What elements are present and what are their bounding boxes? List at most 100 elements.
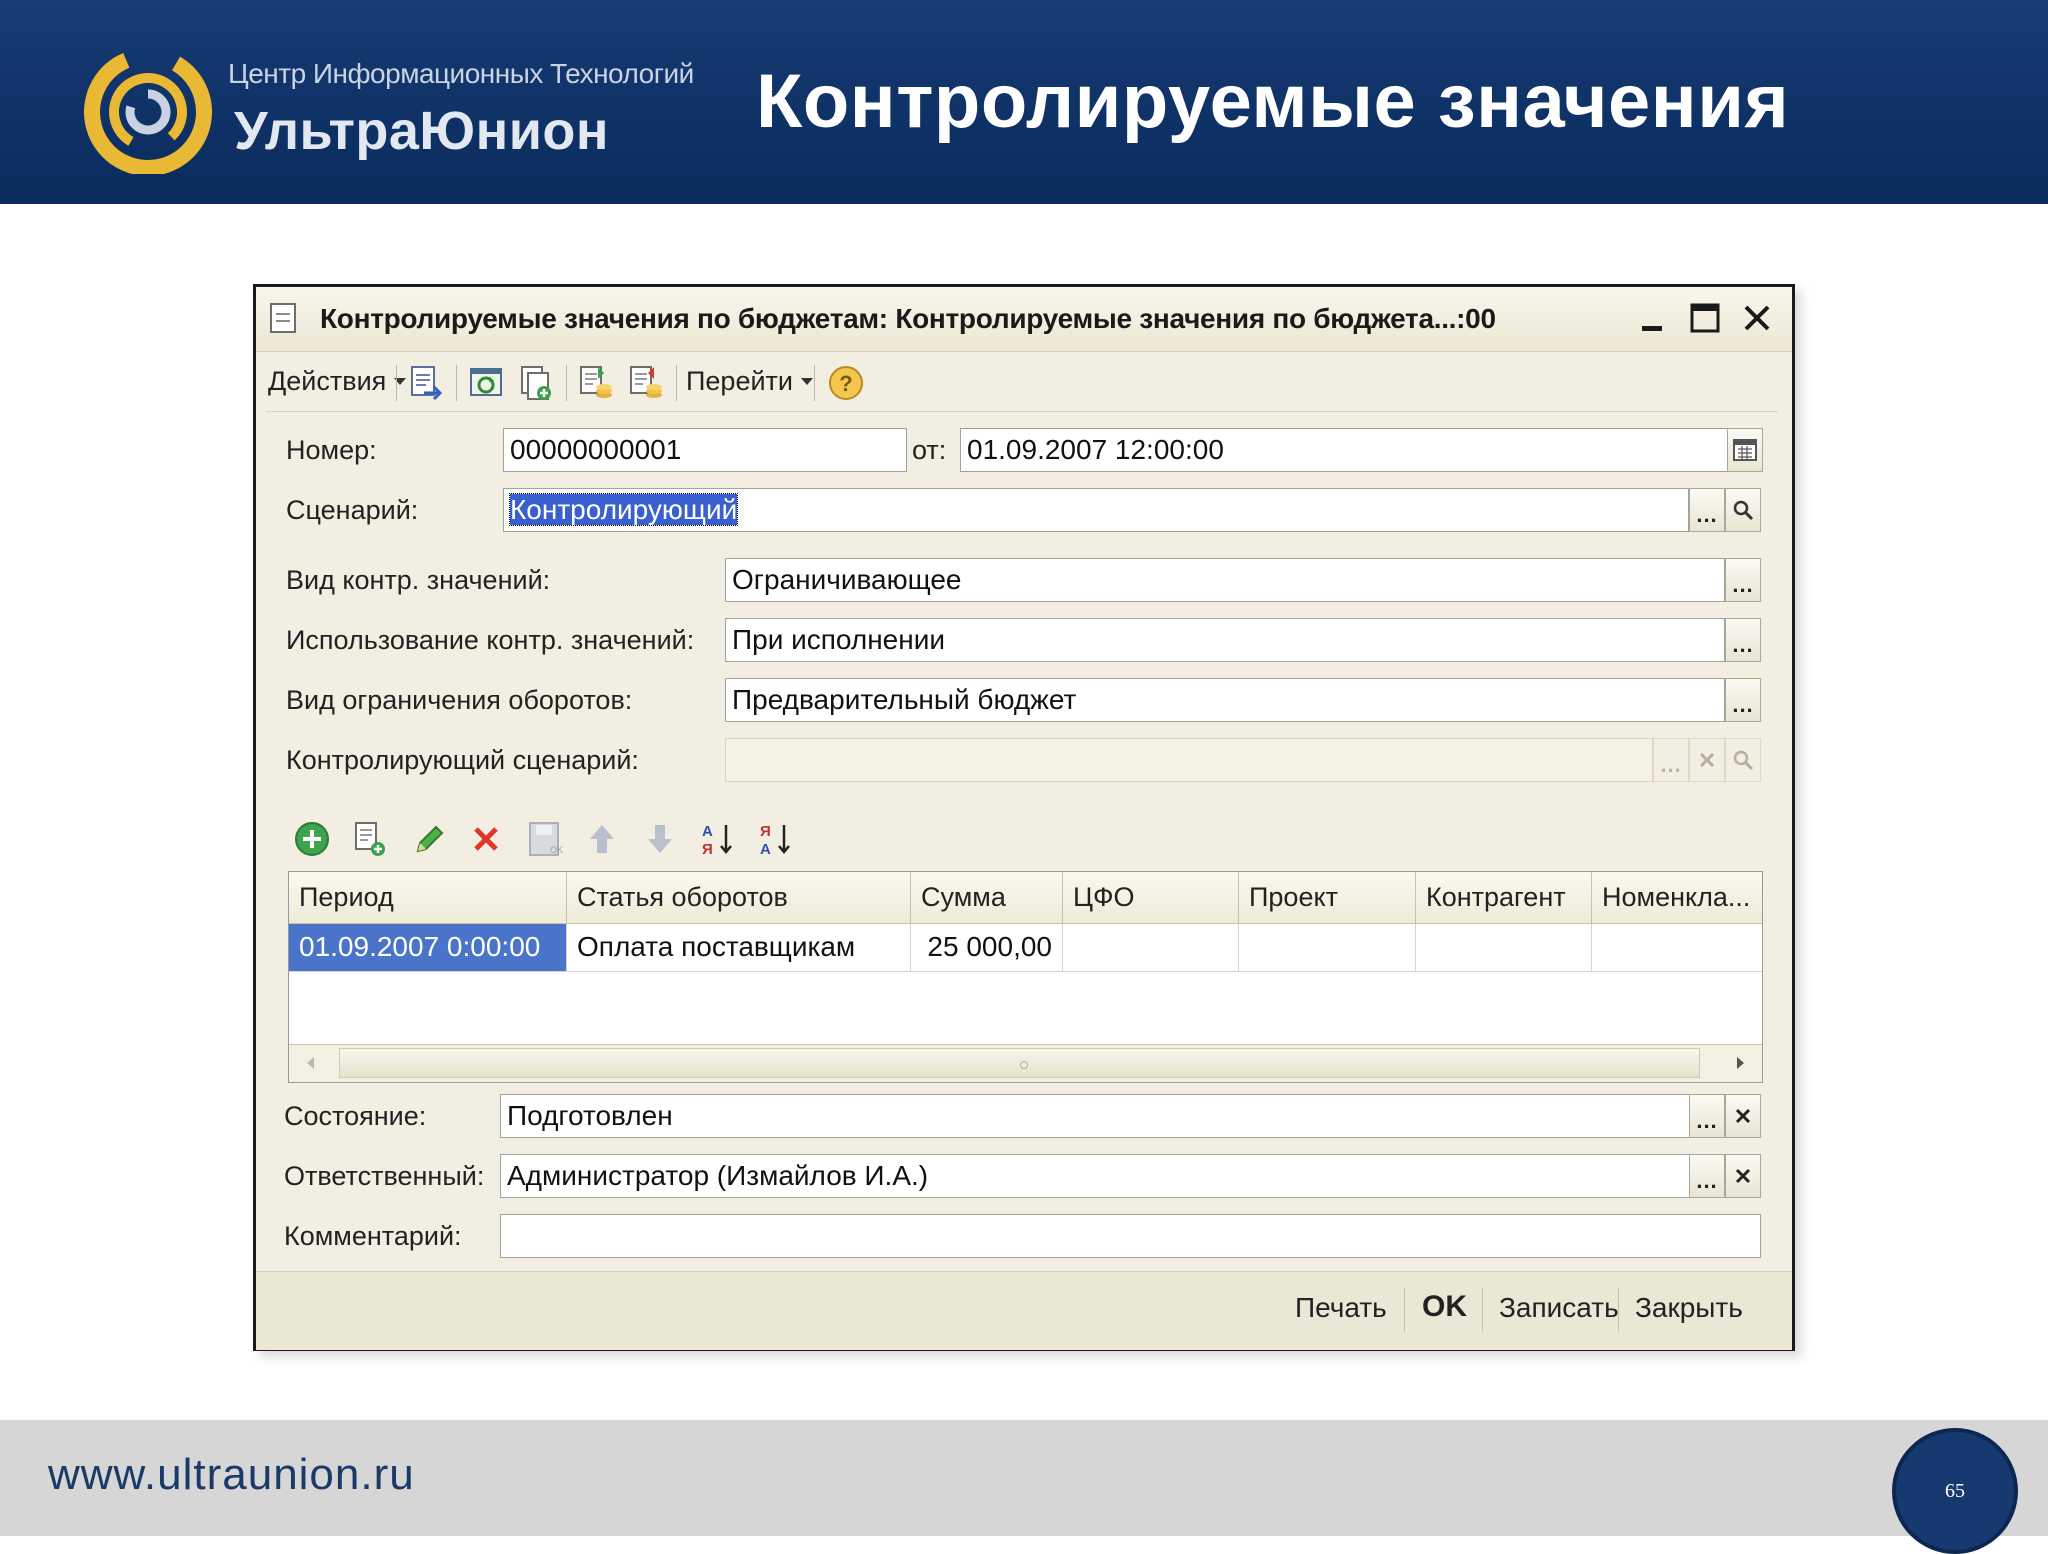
toolbar-divider [814,365,815,401]
control-type-label: Вид контр. значений: [286,565,551,595]
toolbar-divider [676,365,677,401]
column-header-counterparty[interactable]: Контрагент [1416,872,1592,924]
move-down-icon [648,825,672,853]
ellipsis-icon: ... [1732,632,1754,657]
slide-header: Центр Информационных Технологий УльтраЮн… [0,0,2048,204]
comment-field[interactable] [500,1214,1761,1258]
delete-row-icon[interactable] [466,819,506,859]
post-document-icon[interactable] [406,363,446,403]
scroll-right-button[interactable] [1720,1047,1760,1079]
turnover-limit-field[interactable]: Предварительный бюджет [725,678,1725,722]
website-link[interactable]: www.ultraunion.ru [48,1450,415,1500]
goto-menu-label: Перейти [686,365,793,396]
status-field[interactable]: Подготовлен [500,1094,1690,1138]
movements-document-icon[interactable] [626,363,666,403]
status-select-button[interactable]: ... [1689,1094,1725,1138]
status-clear-button[interactable] [1725,1094,1761,1138]
horizontal-scrollbar[interactable] [289,1044,1762,1082]
control-values-table[interactable]: Период Статья оборотов Сумма ЦФО Проект … [288,871,1763,1083]
minimize-icon[interactable] [1634,299,1674,339]
slide-title: Контролируемые значения [756,59,1790,144]
button-divider [1482,1288,1483,1332]
column-header-cfo[interactable]: ЦФО [1063,872,1239,924]
close-button[interactable]: Закрыть [1635,1292,1743,1324]
column-header-turnover-item[interactable]: Статья оборотов [567,872,911,924]
svg-text:Я: Я [702,841,713,858]
scroll-left-button[interactable] [291,1047,331,1079]
structure-subordination-icon[interactable] [576,363,616,403]
responsible-field[interactable]: Администратор (Измайлов И.А.) [500,1154,1690,1198]
magnifier-icon [1733,750,1754,771]
scrollbar-thumb[interactable] [339,1048,1700,1078]
clear-icon [1735,1168,1751,1184]
controlling-scenario-open-button [1725,738,1761,782]
copy-row-icon[interactable] [350,819,390,859]
copy-document-icon[interactable] [516,363,556,403]
scenario-field[interactable]: Контролирующий [503,488,1689,532]
controlling-scenario-label: Контролирующий сценарий: [286,745,639,775]
sort-descending-icon[interactable]: Я A [756,819,796,859]
comment-label: Комментарий: [284,1221,462,1251]
ellipsis-icon: ... [1660,752,1682,777]
svg-text:A: A [702,823,713,840]
table-toolbar: OK A Я Я A [278,815,878,861]
actions-menu[interactable]: Действия [268,361,407,401]
scenario-open-button[interactable] [1725,488,1761,532]
cell-cfo[interactable] [1063,924,1239,972]
responsible-select-button[interactable]: ... [1689,1154,1725,1198]
column-header-amount[interactable]: Сумма [911,872,1063,924]
turnover-limit-select-button[interactable]: ... [1725,678,1761,722]
scenario-label: Сценарий: [286,495,419,525]
control-type-field[interactable]: Ограничивающее [725,558,1725,602]
cell-project[interactable] [1239,924,1416,972]
calendar-icon [1733,439,1757,461]
svg-text:OK: OK [550,845,563,855]
print-button[interactable]: Печать [1295,1292,1387,1324]
cell-period[interactable]: 01.09.2007 0:00:00 [289,924,567,972]
maximize-icon[interactable] [1686,299,1726,339]
calendar-button[interactable] [1727,428,1763,472]
cell-nomenclature[interactable] [1592,924,1762,972]
column-header-period[interactable]: Период [289,872,567,924]
ultraunion-logo-icon [84,48,212,174]
clear-icon [1699,752,1715,768]
save-button[interactable]: Записать [1499,1292,1619,1324]
add-row-icon[interactable] [292,819,332,859]
usage-select-button[interactable]: ... [1725,618,1761,662]
chevron-down-icon [801,377,813,385]
cell-amount[interactable]: 25 000,00 [911,924,1063,972]
window-titlebar: Контролируемые значения по бюджетам: Кон… [256,287,1792,352]
responsible-clear-button[interactable] [1725,1154,1761,1198]
column-header-project[interactable]: Проект [1239,872,1416,924]
ok-button[interactable]: OK [1422,1290,1467,1324]
magnifier-icon [1733,500,1754,521]
column-header-nomenclature[interactable]: Номенкла... [1592,872,1762,924]
turnover-limit-label: Вид ограничения оборотов: [286,685,633,715]
table-row[interactable]: 01.09.2007 0:00:00 Оплата поставщикам 25… [289,924,1762,972]
arrow-left-icon [307,1057,314,1069]
date-field[interactable]: 01.09.2007 12:00:00 [960,428,1728,472]
cell-turnover-item[interactable]: Оплата поставщикам [567,924,911,972]
ellipsis-icon: ... [1696,502,1718,527]
document-window: Контролируемые значения по бюджетам: Кон… [253,284,1795,1351]
company-subtitle: Центр Информационных Технологий [228,58,694,89]
scenario-select-button[interactable]: ... [1689,488,1725,532]
number-field[interactable]: 00000000001 [503,428,907,472]
number-label: Номер: [286,435,377,465]
toolbar-divider [396,365,397,401]
form-command-bar: Печать OK Записать Закрыть [256,1271,1792,1350]
goto-menu[interactable]: Перейти [686,361,813,401]
sort-ascending-icon[interactable]: A Я [698,819,738,859]
window-toolbar: Действия Перейти ? [266,353,1778,412]
refresh-icon[interactable] [466,363,506,403]
window-title: Контролируемые значения по бюджетам: Кон… [320,303,1496,334]
ellipsis-icon: ... [1696,1108,1718,1133]
help-icon[interactable]: ? [826,363,866,403]
usage-field[interactable]: При исполнении [725,618,1725,662]
toolbar-divider [566,365,567,401]
control-type-select-button[interactable]: ... [1725,558,1761,602]
close-icon[interactable] [1738,299,1778,339]
edit-row-icon[interactable] [408,819,448,859]
cell-counterparty[interactable] [1416,924,1592,972]
ellipsis-icon: ... [1696,1168,1718,1193]
